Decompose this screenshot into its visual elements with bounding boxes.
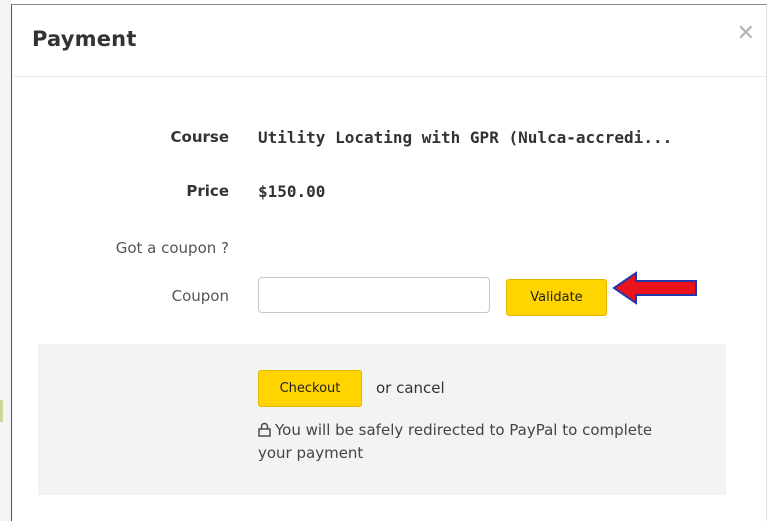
lock-icon <box>258 422 271 437</box>
paypal-redirect-note: You will be safely redirected to PayPal … <box>258 419 678 465</box>
paypal-note-text: You will be safely redirected to PayPal … <box>258 421 653 462</box>
modal-header: Payment ✕ <box>12 5 766 77</box>
red-arrow-icon <box>612 271 697 305</box>
coupon-label: Coupon <box>171 287 229 305</box>
coupon-input[interactable] <box>258 277 490 313</box>
payment-modal: Payment ✕ Course Utility Locating with G… <box>11 4 767 521</box>
price-value: $150.00 <box>258 182 326 201</box>
checkout-button[interactable]: Checkout <box>258 370 362 407</box>
price-label: Price <box>186 182 229 200</box>
coupon-prompt: Got a coupon ? <box>115 239 229 257</box>
modal-title: Payment <box>32 27 137 51</box>
cancel-link[interactable]: or cancel <box>376 379 445 397</box>
backdrop-accent <box>0 400 3 422</box>
page-backdrop <box>0 0 11 521</box>
course-value: Utility Locating with GPR (Nulca-accredi… <box>258 128 673 147</box>
close-icon[interactable]: ✕ <box>737 23 755 45</box>
course-label: Course <box>170 128 230 146</box>
validate-button[interactable]: Validate <box>506 279 607 316</box>
